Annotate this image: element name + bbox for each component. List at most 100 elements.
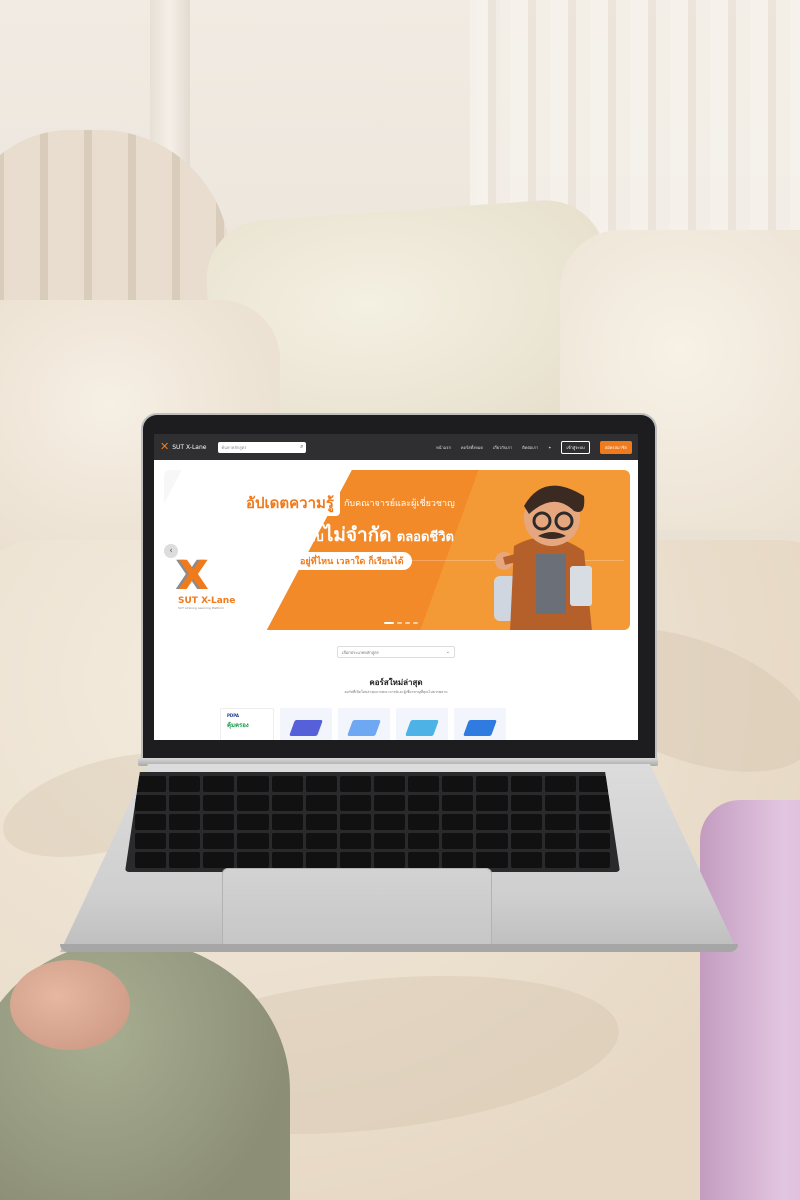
course-thumbnail-icon: [405, 720, 439, 736]
keyboard-key: [305, 795, 337, 811]
course-cards: PDPA คุ้มครอง: [220, 708, 506, 740]
mascot-character-icon: [494, 485, 592, 630]
keyboard-key: [305, 852, 337, 868]
section-subtitle: คอร์สที่เปิดใหม่ล่าสุดจากคณาจารย์และผู้เ…: [344, 690, 448, 694]
keyboard-key: [203, 795, 235, 811]
keyboard-key: [203, 776, 235, 792]
keyboard-key: [408, 795, 440, 811]
keyboard-key: [169, 833, 201, 849]
keyboard-key: [135, 814, 167, 830]
carousel-prev-icon[interactable]: ‹: [164, 544, 178, 558]
course-card[interactable]: [338, 708, 390, 740]
keyboard-key: [339, 852, 371, 868]
keyboard-key: [237, 833, 269, 849]
keyboard-key: [135, 776, 167, 792]
brand-name[interactable]: SUT X-Lane: [172, 444, 206, 451]
carousel-dot[interactable]: [397, 622, 402, 624]
keyboard-key: [237, 776, 269, 792]
nav-item-home[interactable]: หน้าแรก: [436, 444, 451, 451]
keyboard-key: [169, 795, 201, 811]
carousel-dots[interactable]: [384, 622, 418, 624]
keyboard-key: [203, 852, 235, 868]
keyboard-key: [373, 833, 406, 849]
hand: [10, 960, 130, 1050]
keyboard-key: [373, 814, 406, 830]
login-button[interactable]: เข้าสู่ระบบ: [561, 440, 590, 454]
search-icon[interactable]: ⌕: [300, 443, 303, 451]
course-thumbnail-icon: [347, 720, 381, 736]
course-thumbnail-icon: [289, 720, 323, 736]
pink-fabric: [700, 800, 800, 1200]
banner-headline-2a: เรียนรู้แบบ: [264, 530, 324, 545]
keyboard-key: [476, 795, 508, 811]
keyboard-key: [544, 833, 576, 849]
keyboard-key: [578, 814, 610, 830]
keyboard-key: [442, 795, 474, 811]
laptop-base-edge: [60, 944, 738, 952]
nav-item-courses[interactable]: คอร์สทั้งหมด: [461, 444, 483, 451]
keyboard-key: [476, 814, 508, 830]
register-button[interactable]: สมัครสมาชิก: [599, 440, 632, 454]
keyboard-key: [476, 852, 508, 868]
search-placeholder: ค้นหาหลักสูตร: [221, 444, 247, 450]
keyboard-key: [271, 814, 303, 830]
search-input[interactable]: ค้นหาหลักสูตร ⌕: [218, 441, 307, 453]
banner-headline-1-rest: กับคณาจารย์และผู้เชี่ยวชาญ: [343, 499, 455, 509]
course-card[interactable]: PDPA คุ้มครอง: [220, 708, 274, 740]
nav-item-about[interactable]: เกี่ยวกับเรา: [493, 444, 512, 451]
keyboard-key: [578, 795, 610, 811]
course-card[interactable]: [280, 708, 332, 740]
course-card-tag: PDPA: [227, 713, 239, 718]
brand-logo-icon[interactable]: ✕: [160, 434, 169, 460]
nav-item-contact[interactable]: ติดต่อเรา: [522, 444, 538, 451]
keyboard-key: [339, 833, 371, 849]
keyboard-key: [544, 776, 576, 792]
keyboard-key: [339, 776, 371, 792]
banner-logo-tagline: SUT Lifelong Learning Platform: [178, 606, 225, 610]
carousel-dot[interactable]: [405, 622, 410, 624]
banner-highlight: อัปเดตความรู้: [240, 490, 340, 516]
keyboard-key: [339, 795, 371, 811]
banner-headline-2c: ตลอดชีวิต: [396, 530, 454, 545]
keyboard-key: [271, 776, 303, 792]
course-category-select[interactable]: เลือกประเภทหลักสูตร ⌄: [337, 646, 455, 658]
language-icon[interactable]: ✦: [548, 445, 551, 450]
main-nav: หน้าแรก คอร์สทั้งหมด เกี่ยวกับเรา ติดต่อ…: [436, 440, 632, 454]
course-card[interactable]: [396, 708, 448, 740]
section-title: คอร์สใหม่ล่าสุด: [369, 678, 423, 687]
keyboard-key: [305, 814, 337, 830]
carousel-dot[interactable]: [384, 622, 394, 624]
keyboard-key: [544, 814, 576, 830]
keyboard-key: [510, 814, 542, 830]
keyboard-key: [271, 852, 303, 868]
course-thumbnail-icon: [463, 720, 497, 736]
hero-banner[interactable]: X SUT X-Lane SUT Lifelong Learning Platf…: [164, 470, 630, 630]
laptop-trackpad: [222, 868, 492, 948]
course-category-placeholder: เลือกประเภทหลักสูตร: [342, 649, 379, 655]
keyboard-key: [373, 795, 406, 811]
keyboard-key: [408, 814, 440, 830]
keyboard-key: [544, 795, 576, 811]
keyboard-key: [135, 833, 167, 849]
keyboard-key: [476, 776, 508, 792]
keyboard-key: [476, 833, 508, 849]
banner-logo: X SUT X-Lane SUT Lifelong Learning Platf…: [178, 556, 248, 610]
keyboard-key: [305, 776, 337, 792]
carousel-dot[interactable]: [413, 622, 418, 624]
keyboard-key: [408, 776, 440, 792]
keyboard-key: [203, 833, 235, 849]
keyboard-key: [408, 852, 440, 868]
banner-pill: อยู่ที่ไหน เวลาใด ก็เรียนได้: [292, 552, 412, 570]
chevron-down-icon: ⌄: [445, 649, 450, 655]
keyboard-key: [373, 852, 406, 868]
keyboard-key: [442, 814, 474, 830]
keyboard-key: [237, 795, 269, 811]
keyboard-key: [237, 814, 269, 830]
course-card[interactable]: [454, 708, 506, 740]
keyboard-key: [510, 795, 542, 811]
banner-headline-1: อัปเดตความรู้ กับคณาจารย์และผู้เชี่ยวชาญ: [240, 490, 455, 516]
keyboard-key: [442, 776, 474, 792]
keyboard-key: [339, 814, 371, 830]
keyboard-key: [135, 795, 167, 811]
keyboard-key: [442, 833, 474, 849]
